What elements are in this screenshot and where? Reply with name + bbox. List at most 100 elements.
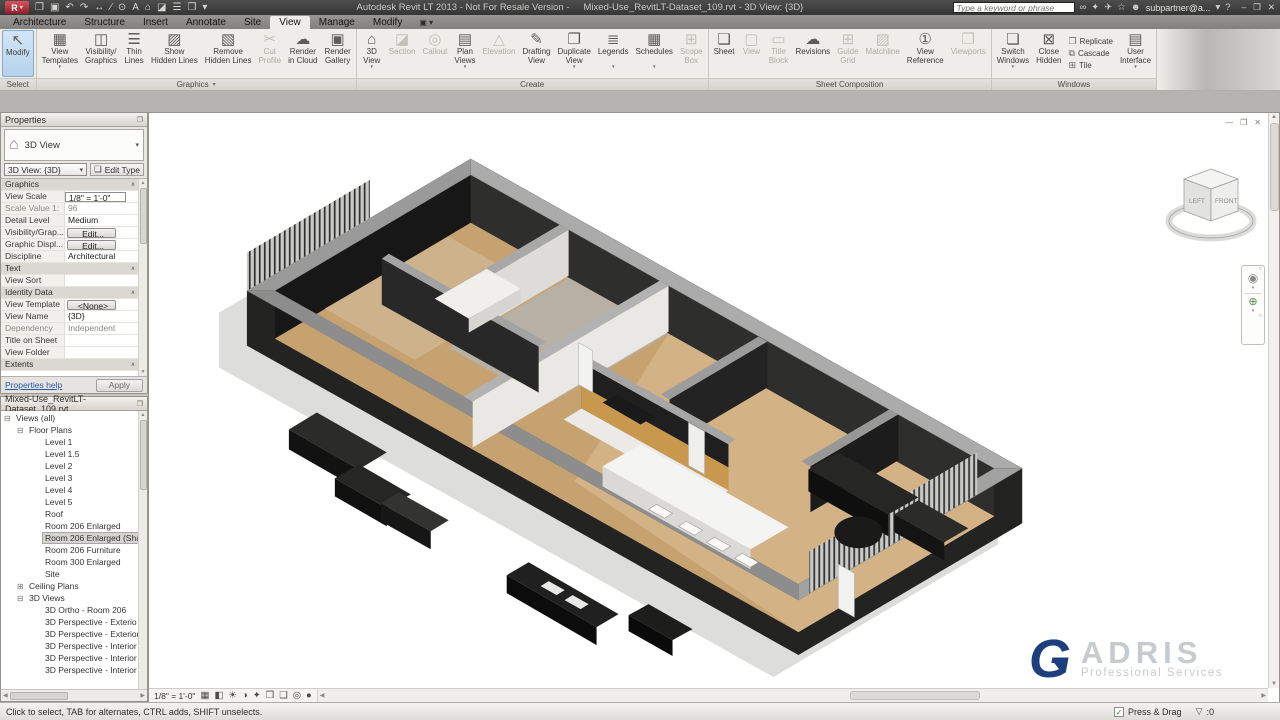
search-icon[interactable]: ∞: [1080, 2, 1087, 13]
application-menu-button[interactable]: R ▾: [5, 1, 29, 14]
browser-tree-item[interactable]: ⊟ Views (all): [1, 412, 147, 424]
ribbon-button[interactable]: ≣ Legends ▾: [595, 30, 632, 77]
ribbon-button[interactable]: ▨ Show Hidden Lines: [148, 30, 201, 77]
text-icon[interactable]: A: [132, 3, 139, 13]
browser-tree-item[interactable]: Level 4: [1, 484, 147, 496]
browser-tree-item[interactable]: 3D Perspective - Interior: [1, 664, 147, 676]
property-row[interactable]: Detail Level Medium: [1, 215, 138, 227]
browser-tree-item[interactable]: Room 206 Enlarged: [1, 520, 147, 532]
search-input[interactable]: [953, 2, 1075, 13]
ribbon-button[interactable]: ▦ View Templates ▾: [39, 30, 81, 77]
ribbon-button[interactable]: ◫ Visibility/ Graphics: [82, 30, 120, 77]
section-collapse-icon[interactable]: ∧: [128, 289, 138, 296]
show-crop-region-icon[interactable]: ❑: [279, 690, 288, 701]
ribbon-tab[interactable]: Site: [235, 16, 270, 29]
view-close-icon[interactable]: ✕: [1254, 118, 1261, 127]
chevron-down-icon[interactable]: ▾: [135, 141, 139, 149]
scroll-down-icon[interactable]: ▼: [141, 369, 146, 375]
chevron-down-icon[interactable]: ▾: [1215, 2, 1220, 13]
palette-dock-icon[interactable]: ❐: [137, 116, 143, 124]
apply-button[interactable]: Apply: [96, 379, 143, 392]
scale-control[interactable]: 1/8" = 1'-0": [154, 691, 195, 701]
browser-tree-item[interactable]: Room 206 Furniture: [1, 544, 147, 556]
browser-tree-item[interactable]: Level 1: [1, 436, 147, 448]
property-row[interactable]: View Template <None>: [1, 299, 138, 311]
sun-path-icon[interactable]: ☀: [228, 690, 237, 701]
browser-tree-item[interactable]: 3D Perspective - Interior: [1, 652, 147, 664]
ribbon-button[interactable]: ◎ Callout: [419, 30, 450, 77]
ribbon-button[interactable]: ⌂ 3D View ▾: [359, 30, 385, 77]
tree-expander-icon[interactable]: ⊟: [17, 426, 27, 435]
scrollbar-thumb[interactable]: [140, 188, 147, 244]
property-row[interactable]: Graphics ∧: [1, 179, 138, 191]
ribbon-button[interactable]: ❐ Duplicate View ▾: [554, 30, 593, 77]
ribbon-button[interactable]: ❐ Replicate: [1069, 36, 1113, 47]
ribbon-tab[interactable]: Modify: [364, 16, 411, 29]
view-restore-icon[interactable]: ❐: [1240, 118, 1247, 127]
shadows-icon[interactable]: ◑: [242, 690, 248, 701]
ribbon-tab[interactable]: Manage: [310, 16, 364, 29]
browser-tree-item[interactable]: Level 5: [1, 496, 147, 508]
ribbon-button[interactable]: ▧ Remove Hidden Lines: [202, 30, 255, 77]
help-button[interactable]: ?: [1225, 2, 1230, 13]
navbar-handle-icon[interactable]: ○: [1258, 314, 1262, 319]
view-minimize-icon[interactable]: —: [1225, 118, 1233, 127]
scroll-up-icon[interactable]: ▲: [141, 180, 146, 186]
ribbon-tab[interactable]: Insert: [134, 16, 177, 29]
sign-in-icon[interactable]: ☻: [1131, 2, 1141, 13]
save-icon[interactable]: ▣: [50, 3, 59, 13]
instance-selector[interactable]: 3D View: {3D}▾: [4, 163, 87, 176]
canvas-horizontal-scrollbar[interactable]: ◀ ▶: [317, 689, 1268, 702]
property-row[interactable]: Extents ∧: [1, 359, 138, 371]
browser-tree-item[interactable]: ⊞ Ceiling Plans: [1, 580, 147, 592]
restore-button[interactable]: ❐: [1253, 2, 1261, 13]
steering-wheel-icon[interactable]: ◉: [1248, 272, 1258, 285]
browser-tree-item[interactable]: 3D Perspective - Exterior: [1, 628, 147, 640]
qat-dropdown-icon[interactable]: ▾: [202, 3, 207, 13]
ribbon-button[interactable]: ▨ Matchline: [863, 30, 903, 77]
properties-help-link[interactable]: Properties help: [5, 380, 62, 390]
browser-tree-item[interactable]: ⊟ 3D Views: [1, 592, 147, 604]
properties-palette-header[interactable]: Properties ❐: [1, 113, 147, 127]
property-row[interactable]: Dependency Independent: [1, 323, 138, 335]
palette-dock-icon[interactable]: ❐: [137, 400, 143, 408]
ribbon-button[interactable]: ❒ Viewports: [948, 30, 989, 77]
3d-model-view[interactable]: [149, 113, 1268, 688]
detail-level-icon[interactable]: ▦: [200, 690, 209, 701]
viewcube-left-face[interactable]: LEFT: [1189, 198, 1205, 205]
ribbon-button[interactable]: ⊞ Guide Grid: [834, 30, 861, 77]
subscription-center-icon[interactable]: ✦: [1091, 2, 1099, 13]
communication-center-icon[interactable]: ✈: [1104, 2, 1112, 13]
ribbon-button[interactable]: ☁ Render in Cloud: [285, 30, 320, 77]
ribbon-display-toggle-icon[interactable]: ▣ ▾: [411, 16, 441, 29]
edit-type-button[interactable]: ❏ Edit Type: [90, 163, 144, 176]
ribbon-tab[interactable]: Annotate: [177, 16, 235, 29]
tree-expander-icon[interactable]: ⊟: [17, 594, 27, 603]
filter-icon[interactable]: ▽: [1196, 706, 1203, 717]
browser-tree-item[interactable]: Roof: [1, 508, 147, 520]
project-browser-header[interactable]: Mixed-Use_RevitLT-Dataset_109.rvt ... ❐: [1, 397, 147, 411]
reveal-hidden-elements-icon[interactable]: ●: [306, 690, 312, 701]
ribbon-button[interactable]: ❏ Switch Windows ▾: [994, 30, 1032, 77]
ribbon-button[interactable]: ⊞ Tile: [1069, 60, 1113, 71]
ribbon-button[interactable]: △ Elevation: [480, 30, 519, 77]
property-row[interactable]: Discipline Architectural: [1, 251, 138, 263]
ribbon-button[interactable]: ✎ Drafting View: [519, 30, 553, 77]
minimize-button[interactable]: –: [1242, 2, 1247, 13]
undo-icon[interactable]: ↶: [65, 3, 73, 13]
favorites-icon[interactable]: ☆: [1117, 2, 1126, 13]
ribbon-button[interactable]: ◪ Section: [386, 30, 419, 77]
ribbon-tab[interactable]: View: [270, 16, 310, 29]
default-3d-view-icon[interactable]: ⌂: [145, 3, 151, 13]
ribbon-button[interactable]: ⊞ Scope Box: [677, 30, 706, 77]
ribbon-button[interactable]: ⊠ Close Hidden: [1033, 30, 1064, 77]
property-row[interactable]: Visibility/Grap... Edit...: [1, 227, 138, 239]
browser-tree-item[interactable]: ⊟ Floor Plans: [1, 424, 147, 436]
ribbon-button[interactable]: ▢ View: [739, 30, 765, 77]
ribbon-button[interactable]: ▤ User Interface ▾: [1117, 30, 1154, 77]
section-icon[interactable]: ◪: [157, 3, 166, 13]
ribbon-button[interactable]: ▤ Plan Views ▾: [451, 30, 478, 77]
property-row[interactable]: View Name {3D}: [1, 311, 138, 323]
section-collapse-icon[interactable]: ∧: [128, 361, 138, 368]
crop-view-icon[interactable]: ❒: [266, 690, 275, 701]
